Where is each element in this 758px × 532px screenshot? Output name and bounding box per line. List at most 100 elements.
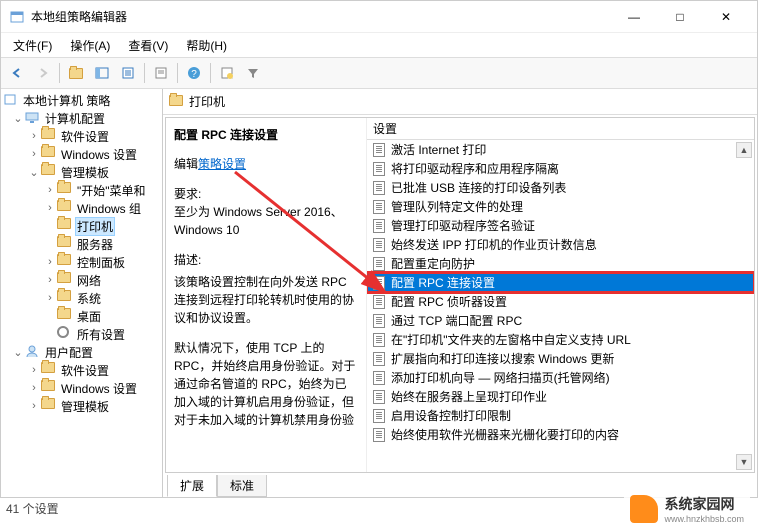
tree-root[interactable]: 本地计算机 策略 xyxy=(21,91,112,110)
close-button[interactable]: ✕ xyxy=(703,2,749,32)
expand-icon[interactable]: › xyxy=(27,130,41,142)
folder-icon xyxy=(57,236,71,247)
policy-item-icon xyxy=(371,370,387,386)
settings-list-item[interactable]: 添加打印机向导 — 网络扫描页(托管网络) xyxy=(367,368,754,387)
settings-list-item[interactable]: 通过 TCP 端口配置 RPC xyxy=(367,311,754,330)
tree-system[interactable]: 系统 xyxy=(75,289,103,308)
settings-list-item[interactable]: 在"打印机"文件夹的左窗格中自定义支持 URL xyxy=(367,330,754,349)
filter-button[interactable] xyxy=(241,61,265,85)
content-header-title: 打印机 xyxy=(189,93,225,110)
all-settings-icon xyxy=(57,326,73,342)
export-list-button[interactable] xyxy=(116,61,140,85)
edit-label: 编辑 xyxy=(174,157,198,171)
menu-file[interactable]: 文件(F) xyxy=(5,35,60,56)
settings-list-item[interactable]: 始终使用软件光栅器来光栅化要打印的内容 xyxy=(367,425,754,444)
settings-list-item[interactable]: 扩展指向和打印连接以搜索 Windows 更新 xyxy=(367,349,754,368)
settings-item-label: 添加打印机向导 — 网络扫描页(托管网络) xyxy=(391,369,610,386)
settings-item-label: 始终使用软件光栅器来光栅化要打印的内容 xyxy=(391,426,619,443)
expand-icon[interactable]: › xyxy=(27,148,41,160)
collapse-icon[interactable]: ⌄ xyxy=(11,112,25,125)
tree-server[interactable]: 服务器 xyxy=(75,235,115,254)
tree-panel[interactable]: 本地计算机 策略 ⌄ 计算机配置 › 软件设置 › Windows 设置 ⌄ 管理模板… xyxy=(1,89,163,497)
expand-icon[interactable]: › xyxy=(43,202,57,214)
settings-list-item[interactable]: 配置重定向防护 xyxy=(367,254,754,273)
folder-icon xyxy=(57,254,71,265)
settings-list-item[interactable]: 始终发送 IPP 打印机的作业页计数信息 xyxy=(367,235,754,254)
tree-desktop[interactable]: 桌面 xyxy=(75,307,103,326)
tree-network[interactable]: 网络 xyxy=(75,271,103,290)
policy-item-icon xyxy=(371,294,387,310)
tree-u-admin[interactable]: 管理模板 xyxy=(59,397,111,416)
tab-extended[interactable]: 扩展 xyxy=(167,475,217,497)
settings-list-item[interactable]: 启用设备控制打印限制 xyxy=(367,406,754,425)
tree-control-panel[interactable]: 控制面板 xyxy=(75,253,127,272)
tree-start-menu[interactable]: "开始"菜单和 xyxy=(75,181,148,200)
settings-list-item[interactable]: 配置 RPC 连接设置 xyxy=(367,273,754,292)
tree-u-windows[interactable]: Windows 设置 xyxy=(59,379,139,398)
expand-icon[interactable]: › xyxy=(27,364,41,376)
menu-help[interactable]: 帮助(H) xyxy=(178,35,235,56)
scroll-down-button[interactable]: ▼ xyxy=(736,454,752,470)
tree-user-config[interactable]: 用户配置 xyxy=(43,343,95,362)
tree-u-software[interactable]: 软件设置 xyxy=(59,361,111,380)
policy-item-icon xyxy=(371,408,387,424)
folder-icon xyxy=(41,128,55,139)
folder-icon xyxy=(57,290,71,301)
folder-icon xyxy=(57,182,71,193)
forward-button[interactable] xyxy=(31,61,55,85)
tree-software-settings[interactable]: 软件设置 xyxy=(59,127,111,146)
tree-admin-templates[interactable]: 管理模板 xyxy=(59,163,111,182)
up-button[interactable] xyxy=(64,61,88,85)
filter-options-button[interactable] xyxy=(215,61,239,85)
settings-list-panel: 设置 激活 Internet 打印将打印驱动程序和应用程序隔离已批准 USB 连… xyxy=(366,118,754,472)
scroll-up-button[interactable]: ▲ xyxy=(736,142,752,158)
expand-icon[interactable]: › xyxy=(43,292,57,304)
help-button[interactable]: ? xyxy=(182,61,206,85)
settings-list-item[interactable]: 将打印驱动程序和应用程序隔离 xyxy=(367,159,754,178)
tree-all-settings[interactable]: 所有设置 xyxy=(75,325,127,344)
collapse-icon[interactable]: ⌄ xyxy=(11,346,25,359)
show-hide-tree-button[interactable] xyxy=(90,61,114,85)
expand-icon[interactable]: › xyxy=(27,400,41,412)
properties-button[interactable] xyxy=(149,61,173,85)
expand-icon[interactable]: › xyxy=(43,274,57,286)
expand-icon[interactable]: › xyxy=(27,382,41,394)
menu-action[interactable]: 操作(A) xyxy=(62,35,118,56)
settings-list-item[interactable]: 配置 RPC 侦听器设置 xyxy=(367,292,754,311)
minimize-button[interactable]: — xyxy=(611,2,657,32)
expand-icon[interactable]: › xyxy=(43,256,57,268)
settings-list-item[interactable]: 激活 Internet 打印 xyxy=(367,140,754,159)
svg-text:?: ? xyxy=(191,69,197,80)
expand-icon[interactable]: › xyxy=(43,184,57,196)
list-column-header[interactable]: 设置 xyxy=(367,118,754,140)
folder-icon xyxy=(57,308,71,319)
watermark-brand: 系统家园网 xyxy=(664,496,734,512)
back-button[interactable] xyxy=(5,61,29,85)
settings-list-item[interactable]: 管理打印驱动程序签名验证 xyxy=(367,216,754,235)
tree-printers[interactable]: 打印机 xyxy=(75,217,115,236)
folder-icon xyxy=(57,272,71,283)
tree-computer-config[interactable]: 计算机配置 xyxy=(43,109,107,128)
collapse-icon[interactable]: ⌄ xyxy=(27,166,41,179)
settings-list-item[interactable]: 已批准 USB 连接的打印设备列表 xyxy=(367,178,754,197)
tab-standard[interactable]: 标准 xyxy=(217,475,267,497)
tree-windows-components[interactable]: Windows 组 xyxy=(75,199,143,218)
description-p2: 默认情况下，使用 TCP 上的 RPC，并始终启用身份验证。对于通过命名管道的 … xyxy=(174,339,358,429)
settings-item-label: 管理打印驱动程序签名验证 xyxy=(391,217,535,234)
menu-view[interactable]: 查看(V) xyxy=(120,35,176,56)
settings-list-item[interactable]: 始终在服务器上呈现打印作业 xyxy=(367,387,754,406)
edit-policy-link[interactable]: 策略设置 xyxy=(198,157,246,171)
status-text: 41 个设置 xyxy=(6,502,59,516)
user-icon xyxy=(25,344,41,360)
description-p1: 该策略设置控制在向外发送 RPC 连接到远程打印轮转机时使用的协议和协议设置。 xyxy=(174,273,358,327)
maximize-button[interactable]: □ xyxy=(657,2,703,32)
folder-icon xyxy=(41,164,55,175)
tree-windows-settings[interactable]: Windows 设置 xyxy=(59,145,139,164)
settings-list-item[interactable]: 管理队列特定文件的处理 xyxy=(367,197,754,216)
watermark: 系统家园网 www.hnzkhbsb.com xyxy=(624,490,750,528)
settings-list[interactable]: 激活 Internet 打印将打印驱动程序和应用程序隔离已批准 USB 连接的打… xyxy=(367,140,754,472)
policy-item-icon xyxy=(371,275,387,291)
titlebar: 本地组策略编辑器 — □ ✕ xyxy=(1,1,757,33)
folder-icon xyxy=(41,362,55,373)
settings-item-label: 配置 RPC 侦听器设置 xyxy=(391,293,507,310)
